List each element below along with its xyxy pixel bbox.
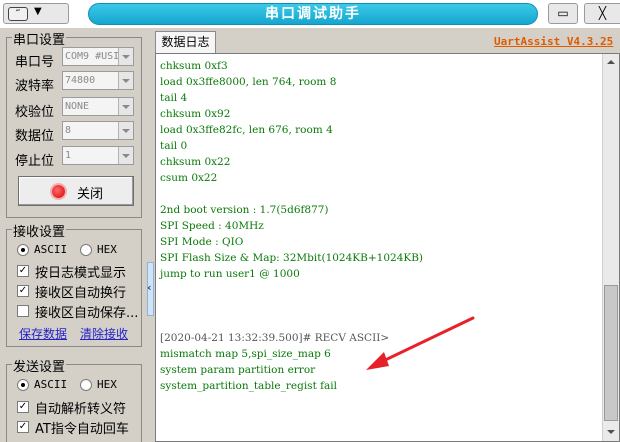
scroll-up-icon[interactable] [603,54,619,71]
port-label: 串口号 [15,55,55,70]
chevron-left-icon: ‹ [147,281,152,294]
log-line: chksum 0x92 [160,108,231,120]
tab-data-log[interactable]: 数据日志 [155,31,216,53]
at-newline-label: AT指令自动回车 [35,422,129,437]
scroll-thumb[interactable] [604,285,618,421]
serial-settings-title: 串口设置 [12,29,67,48]
send-ascii-radio[interactable] [17,379,29,391]
log-line: tail 4 [160,92,188,104]
receive-hex-radio[interactable] [80,244,92,256]
stopbits-label: 停止位 [15,154,55,169]
parity-value: NONE [65,101,90,112]
auto-save-checkbox[interactable] [17,305,29,317]
clear-receive-link[interactable]: 清除接收 [80,325,128,342]
app-icon: ‴ [8,7,28,21]
receive-hex-label: HEX [97,243,117,256]
log-scrollbar[interactable] [602,54,619,441]
baud-label: 波特率 [15,79,55,94]
databits-value: 8 [65,125,72,136]
auto-wrap-checkbox[interactable]: ✓ [17,285,29,297]
log-line: chksum 0x22 [160,156,231,168]
auto-escape-label: 自动解析转义符 [35,402,127,417]
send-ascii-label: ASCII [34,378,68,391]
auto-escape-checkbox[interactable]: ✓ [17,401,29,413]
parity-select[interactable]: NONE [62,97,134,116]
log-line: SPI Mode : QIO [160,236,244,248]
send-settings-title: 发送设置 [12,356,67,375]
minimize-button[interactable]: ▭ [548,3,578,24]
log-line: 2nd boot version : 1.7(5d6f877) [160,204,329,216]
receive-ascii-radio[interactable] [17,244,29,256]
baud-select[interactable]: 74800 [62,71,134,90]
databits-select[interactable]: 8 [62,121,134,140]
log-line: load 0x3ffe8000, len 764, room 8 [160,76,337,88]
send-hex-label: HEX [97,378,117,391]
chevron-down-icon [118,98,133,115]
log-mode-label: 按日志模式显示 [35,266,127,281]
window-title: 串口调试助手 [88,3,538,25]
system-menu-button[interactable]: ‴ ▼ [3,3,69,24]
close-window-button[interactable]: ╳ [584,3,620,24]
chevron-down-icon [118,72,133,89]
chevron-down-icon [118,147,133,164]
chevron-down-icon: ▼ [34,6,42,17]
save-data-link[interactable]: 保存数据 [19,325,67,342]
log-line: system_partition_table_regist fail [160,380,337,392]
baud-value: 74800 [65,75,96,86]
log-mode-checkbox[interactable]: ✓ [17,265,29,277]
log-line: chksum 0xf3 [160,60,228,72]
title-bar: ‴ ▼ 串口调试助手 ▭ ╳ [0,0,620,28]
receive-log-area[interactable]: chksum 0xf3 load 0x3ffe8000, len 764, roo… [155,53,620,442]
scroll-down-icon[interactable] [603,424,619,441]
stopbits-value: 1 [65,150,72,161]
log-line: system param partition error [160,364,316,376]
brand-link[interactable]: UartAssist V4.3.25 [494,35,613,48]
receive-settings-title: 接收设置 [12,221,67,240]
log-line: SPI Flash Size & Map: 32Mbit(1024KB+1024… [160,252,424,264]
close-port-button[interactable]: 关闭 [18,176,134,206]
databits-label: 数据位 [15,129,55,144]
log-line: jump to run user1 @ 1000 [160,268,300,280]
collapse-panel-button[interactable]: ‹ [147,262,154,316]
log-line: mismatch map 5,spi_size_map 6 [160,348,331,360]
port-value: COM9 #USI [65,51,120,62]
log-line: [2020-04-21 13:32:39.500]# RECV ASCII> [160,332,390,344]
log-line: tail 0 [160,140,188,152]
log-line: load 0x3ffe82fc, len 676, room 4 [160,124,333,136]
port-select[interactable]: COM9 #USI [62,47,134,66]
close-port-label: 关闭 [77,187,104,202]
parity-label: 校验位 [15,105,55,120]
panel-splitter[interactable]: ‹ [147,30,154,442]
log-line: csum 0x22 [160,172,218,184]
receive-ascii-label: ASCII [34,243,68,256]
auto-wrap-label: 接收区自动换行 [35,286,127,301]
at-newline-checkbox[interactable]: ✓ [17,421,29,433]
chevron-down-icon [118,122,133,139]
chevron-down-icon [118,48,133,65]
status-led-icon [52,185,65,198]
send-hex-radio[interactable] [80,379,92,391]
stopbits-select[interactable]: 1 [62,146,134,165]
auto-save-label: 接收区自动保存... [35,306,139,321]
log-text: chksum 0xf3 load 0x3ffe8000, len 764, roo… [160,58,423,394]
log-line: SPI Speed : 40MHz [160,220,264,232]
